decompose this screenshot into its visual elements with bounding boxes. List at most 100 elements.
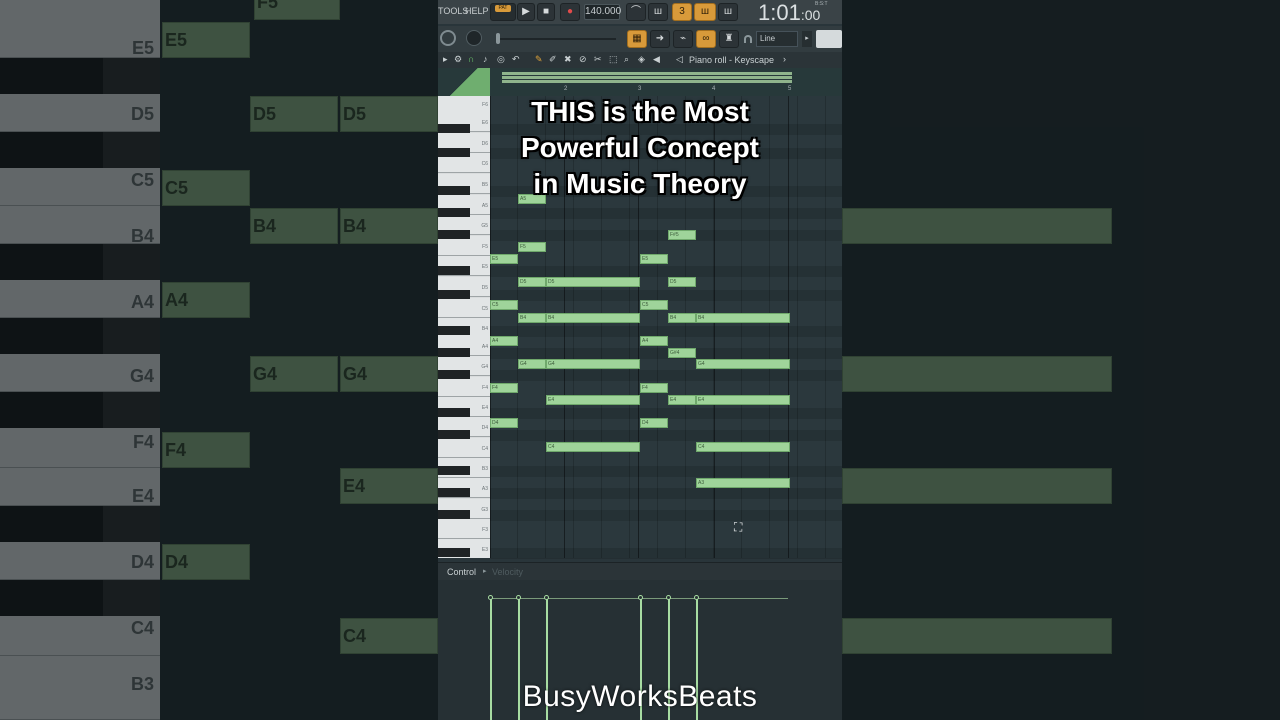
midi-note[interactable]: C5: [640, 300, 668, 310]
tempo-display[interactable]: 140.000: [584, 4, 621, 20]
main-toolbar: TOOLS HELP PAT ▶ ■ ● 140.000 ⌒ ш 3 ш ш 1…: [438, 0, 842, 25]
midi-note[interactable]: B4: [518, 313, 546, 323]
master-pitch-knob[interactable]: [466, 30, 482, 46]
zoom-icon[interactable]: ⌕: [624, 54, 629, 65]
headline-line: in Music Theory: [533, 168, 747, 199]
black-key[interactable]: [438, 326, 470, 335]
midi-note[interactable]: G4: [546, 359, 640, 369]
browser-button[interactable]: ⌁: [673, 30, 693, 48]
midi-note[interactable]: B4: [546, 313, 640, 323]
midi-note[interactable]: E4: [668, 395, 696, 405]
midi-note[interactable]: E5: [490, 254, 518, 264]
play-button[interactable]: ▶: [517, 3, 535, 21]
record-button[interactable]: ●: [560, 3, 580, 21]
select-icon[interactable]: ⬚: [609, 54, 618, 65]
midi-note[interactable]: C4: [696, 442, 790, 452]
midi-note[interactable]: E4: [696, 395, 790, 405]
midi-note[interactable]: G#4: [668, 348, 696, 358]
mixer-button[interactable]: ♜: [719, 30, 739, 48]
midi-note[interactable]: B4: [668, 313, 696, 323]
black-key[interactable]: [438, 510, 470, 519]
headline-line: Powerful Concept: [520, 132, 759, 163]
title-arrow-icon[interactable]: ›: [783, 54, 786, 64]
snap-select[interactable]: Line: [756, 31, 798, 47]
link-button[interactable]: ∞: [696, 30, 716, 48]
wait-icon: ш: [653, 6, 663, 17]
slice-icon[interactable]: ✂: [594, 54, 602, 65]
black-key[interactable]: [438, 208, 470, 217]
arrow-right-icon: ➜: [655, 33, 665, 44]
midi-note[interactable]: F#5: [668, 230, 696, 240]
black-key[interactable]: [438, 466, 470, 475]
black-key[interactable]: [438, 408, 470, 417]
black-key[interactable]: [438, 348, 470, 357]
loop-record-button[interactable]: ш: [718, 3, 738, 21]
black-key[interactable]: [438, 370, 470, 379]
control-label[interactable]: Control: [447, 567, 476, 577]
midi-note[interactable]: A4: [640, 336, 668, 346]
video-headline: THIS is the Most Powerful Concept in Mus…: [438, 94, 842, 202]
black-key[interactable]: [438, 290, 470, 299]
black-key[interactable]: [438, 548, 470, 557]
velocity-label[interactable]: Velocity: [492, 567, 523, 577]
audio-icon[interactable]: ◁: [676, 54, 683, 65]
midi-note[interactable]: G4: [696, 359, 790, 369]
playback-icon[interactable]: ◈: [638, 54, 645, 65]
black-key[interactable]: [438, 230, 470, 239]
magnet-snap-icon[interactable]: ∩: [468, 54, 474, 64]
midi-note[interactable]: A4: [490, 336, 518, 346]
midi-note[interactable]: F4: [640, 383, 668, 393]
overview-marker: [438, 68, 490, 96]
black-key[interactable]: [438, 266, 470, 275]
midi-note[interactable]: D5: [668, 277, 696, 287]
brush-icon[interactable]: ✐: [549, 54, 557, 65]
midi-note[interactable]: D5: [546, 277, 640, 287]
velocity-handle[interactable]: [488, 595, 493, 600]
menu-arrow-icon[interactable]: ▸: [443, 54, 448, 65]
undo-icon[interactable]: ↶: [512, 54, 520, 65]
velocity-handle[interactable]: [638, 595, 643, 600]
menu-help[interactable]: HELP: [465, 6, 489, 16]
menu-tools[interactable]: TOOLS: [438, 6, 468, 16]
channel-rack-button[interactable]: ➜: [650, 30, 670, 48]
piano-roll-button[interactable]: ▦: [627, 30, 647, 48]
pat-song-toggle[interactable]: PAT: [490, 3, 516, 21]
slider-handle[interactable]: [496, 33, 500, 44]
countdown-button[interactable]: 3: [672, 3, 692, 21]
midi-note[interactable]: C4: [546, 442, 640, 452]
overview-note-bar: [502, 72, 792, 75]
master-volume-knob[interactable]: [440, 30, 456, 46]
delete-icon[interactable]: ✖: [564, 54, 572, 65]
velocity-handle[interactable]: [694, 595, 699, 600]
midi-note[interactable]: D4: [640, 418, 668, 428]
note-icon[interactable]: ♪: [483, 54, 488, 64]
velocity-handle[interactable]: [516, 595, 521, 600]
midi-note[interactable]: B4: [696, 313, 790, 323]
key-label: A5: [481, 203, 488, 209]
pencil-icon[interactable]: ✎: [535, 54, 543, 65]
step-edit-button[interactable]: ш: [694, 3, 716, 21]
midi-note[interactable]: A3: [696, 478, 790, 488]
midi-note[interactable]: C5: [490, 300, 518, 310]
snap-arrow-icon[interactable]: ▸: [802, 31, 812, 47]
midi-note[interactable]: D4: [490, 418, 518, 428]
midi-note[interactable]: G4: [518, 359, 546, 369]
midi-note[interactable]: E4: [546, 395, 640, 405]
midi-note[interactable]: D5: [518, 277, 546, 287]
velocity-handle[interactable]: [666, 595, 671, 600]
wrench-icon[interactable]: ⚙: [454, 54, 462, 65]
stop-button[interactable]: ■: [537, 3, 555, 21]
wait-button[interactable]: ш: [648, 3, 668, 21]
midi-note[interactable]: F5: [518, 242, 546, 252]
black-key[interactable]: [438, 488, 470, 497]
position-slider[interactable]: [496, 38, 616, 40]
black-key[interactable]: [438, 430, 470, 439]
metronome-button[interactable]: ⌒: [626, 3, 646, 21]
midi-note[interactable]: E5: [640, 254, 668, 264]
midi-note[interactable]: F4: [490, 383, 518, 393]
mute-icon[interactable]: ⊘: [579, 54, 587, 65]
target-icon[interactable]: ◎: [497, 54, 505, 65]
magnet-icon[interactable]: [744, 35, 752, 43]
velocity-handle[interactable]: [544, 595, 549, 600]
speaker-icon[interactable]: ◀: [653, 54, 660, 65]
